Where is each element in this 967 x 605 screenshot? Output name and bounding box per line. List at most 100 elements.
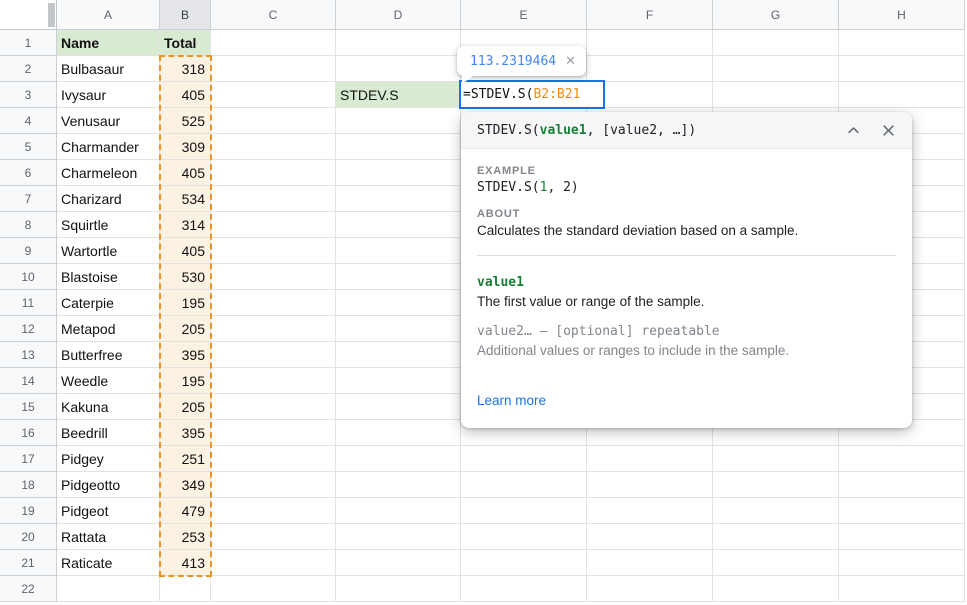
- cell-B12[interactable]: 205: [160, 316, 211, 342]
- cell-C18[interactable]: [211, 472, 336, 498]
- cell-F3[interactable]: [587, 82, 713, 108]
- row-header-3[interactable]: 3: [0, 82, 57, 108]
- cell-D16[interactable]: [336, 420, 461, 446]
- cell-G22[interactable]: [713, 576, 839, 602]
- close-icon[interactable]: [881, 123, 896, 138]
- cell-A5[interactable]: Charmander: [57, 134, 160, 160]
- cell-E22[interactable]: [461, 576, 587, 602]
- cell-A8[interactable]: Squirtle: [57, 212, 160, 238]
- row-header-22[interactable]: 22: [0, 576, 57, 602]
- cell-F17[interactable]: [587, 446, 713, 472]
- cell-D21[interactable]: [336, 550, 461, 576]
- cell-E20[interactable]: [461, 524, 587, 550]
- cell-D3[interactable]: STDEV.S: [336, 82, 461, 108]
- cell-D12[interactable]: [336, 316, 461, 342]
- cell-C3[interactable]: [211, 82, 336, 108]
- cell-E19[interactable]: [461, 498, 587, 524]
- cell-B15[interactable]: 205: [160, 394, 211, 420]
- cell-A17[interactable]: Pidgey: [57, 446, 160, 472]
- row-header-16[interactable]: 16: [0, 420, 57, 446]
- cell-H20[interactable]: [839, 524, 965, 550]
- cell-A13[interactable]: Butterfree: [57, 342, 160, 368]
- learn-more-link[interactable]: Learn more: [477, 393, 546, 408]
- row-header-12[interactable]: 12: [0, 316, 57, 342]
- row-header-20[interactable]: 20: [0, 524, 57, 550]
- cell-C5[interactable]: [211, 134, 336, 160]
- cell-G3[interactable]: [713, 82, 839, 108]
- cell-B6[interactable]: 405: [160, 160, 211, 186]
- cell-A4[interactable]: Venusaur: [57, 108, 160, 134]
- cell-A7[interactable]: Charizard: [57, 186, 160, 212]
- cell-G17[interactable]: [713, 446, 839, 472]
- row-header-6[interactable]: 6: [0, 160, 57, 186]
- cell-E21[interactable]: [461, 550, 587, 576]
- cell-A1[interactable]: Name: [57, 30, 160, 56]
- column-header-A[interactable]: A: [57, 0, 160, 30]
- cell-C13[interactable]: [211, 342, 336, 368]
- cell-B5[interactable]: 309: [160, 134, 211, 160]
- cell-C2[interactable]: [211, 56, 336, 82]
- row-header-2[interactable]: 2: [0, 56, 57, 82]
- cell-F19[interactable]: [587, 498, 713, 524]
- cell-C10[interactable]: [211, 264, 336, 290]
- cell-F20[interactable]: [587, 524, 713, 550]
- cell-F18[interactable]: [587, 472, 713, 498]
- cell-C21[interactable]: [211, 550, 336, 576]
- row-header-17[interactable]: 17: [0, 446, 57, 472]
- cell-F2[interactable]: [587, 56, 713, 82]
- cell-C17[interactable]: [211, 446, 336, 472]
- cell-B22[interactable]: [160, 576, 211, 602]
- tooltip-close-icon[interactable]: ✕: [565, 53, 576, 69]
- cell-A19[interactable]: Pidgeot: [57, 498, 160, 524]
- row-header-14[interactable]: 14: [0, 368, 57, 394]
- row-header-11[interactable]: 11: [0, 290, 57, 316]
- cell-A3[interactable]: Ivysaur: [57, 82, 160, 108]
- column-header-B[interactable]: B: [160, 0, 211, 30]
- column-header-F[interactable]: F: [587, 0, 713, 30]
- cell-A11[interactable]: Caterpie: [57, 290, 160, 316]
- cell-D4[interactable]: [336, 108, 461, 134]
- cell-A6[interactable]: Charmeleon: [57, 160, 160, 186]
- cell-F21[interactable]: [587, 550, 713, 576]
- cell-B20[interactable]: 253: [160, 524, 211, 550]
- cell-D6[interactable]: [336, 160, 461, 186]
- cell-C1[interactable]: [211, 30, 336, 56]
- cell-D14[interactable]: [336, 368, 461, 394]
- cell-H2[interactable]: [839, 56, 965, 82]
- cell-F1[interactable]: [587, 30, 713, 56]
- column-header-H[interactable]: H: [839, 0, 965, 30]
- cell-C9[interactable]: [211, 238, 336, 264]
- cell-B9[interactable]: 405: [160, 238, 211, 264]
- cell-A16[interactable]: Beedrill: [57, 420, 160, 446]
- cell-A15[interactable]: Kakuna: [57, 394, 160, 420]
- row-header-19[interactable]: 19: [0, 498, 57, 524]
- cell-A21[interactable]: Raticate: [57, 550, 160, 576]
- cell-D9[interactable]: [336, 238, 461, 264]
- row-header-10[interactable]: 10: [0, 264, 57, 290]
- cell-E17[interactable]: [461, 446, 587, 472]
- cell-C12[interactable]: [211, 316, 336, 342]
- cell-C8[interactable]: [211, 212, 336, 238]
- column-header-G[interactable]: G: [713, 0, 839, 30]
- row-header-18[interactable]: 18: [0, 472, 57, 498]
- cell-D22[interactable]: [336, 576, 461, 602]
- row-header-5[interactable]: 5: [0, 134, 57, 160]
- row-header-15[interactable]: 15: [0, 394, 57, 420]
- cell-G19[interactable]: [713, 498, 839, 524]
- cell-C7[interactable]: [211, 186, 336, 212]
- row-header-21[interactable]: 21: [0, 550, 57, 576]
- cell-D10[interactable]: [336, 264, 461, 290]
- cell-G2[interactable]: [713, 56, 839, 82]
- cell-D19[interactable]: [336, 498, 461, 524]
- cell-B7[interactable]: 534: [160, 186, 211, 212]
- cell-C16[interactable]: [211, 420, 336, 446]
- cell-C4[interactable]: [211, 108, 336, 134]
- cell-B18[interactable]: 349: [160, 472, 211, 498]
- cell-C11[interactable]: [211, 290, 336, 316]
- cell-B4[interactable]: 525: [160, 108, 211, 134]
- cell-H19[interactable]: [839, 498, 965, 524]
- formula-input-cell[interactable]: =STDEV.S(B2:B21: [459, 80, 605, 109]
- cell-B19[interactable]: 479: [160, 498, 211, 524]
- cell-B14[interactable]: 195: [160, 368, 211, 394]
- cell-B2[interactable]: 318: [160, 56, 211, 82]
